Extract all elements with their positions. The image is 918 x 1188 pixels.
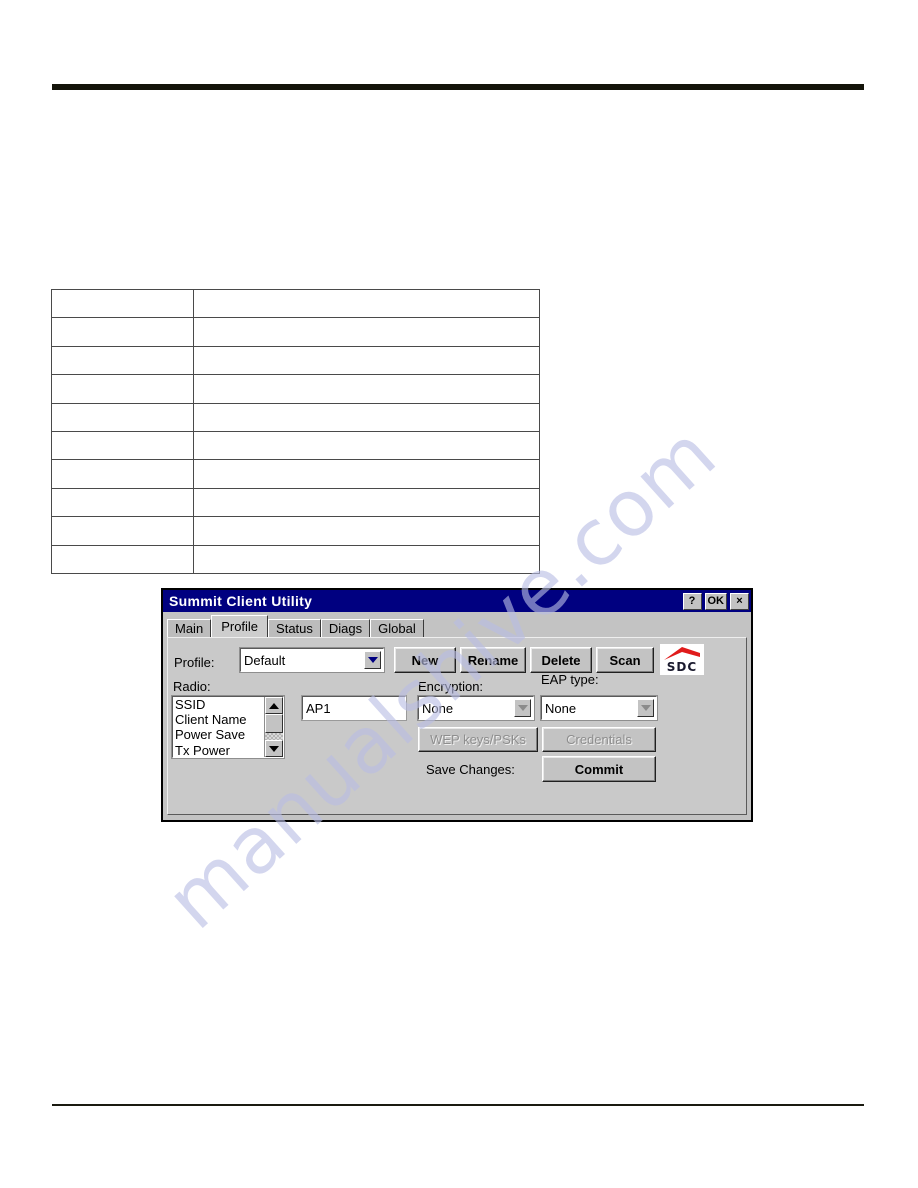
page-bottom-rule: [52, 1104, 864, 1106]
table-cell-label: [51, 430, 194, 461]
table-cell-value: [193, 544, 540, 574]
ok-button[interactable]: OK: [704, 592, 727, 610]
radio-listbox[interactable]: SSID Client Name Power Save Tx Power Bit…: [171, 695, 285, 759]
scrollbar-thumb[interactable]: [265, 714, 283, 733]
list-item[interactable]: Client Name: [175, 712, 264, 727]
chevron-down-icon[interactable]: [514, 699, 531, 717]
spec-table: [51, 288, 540, 574]
eap-type-select-value: None: [545, 700, 577, 716]
table-row: [51, 374, 540, 404]
scan-button[interactable]: Scan: [596, 647, 654, 673]
encryption-select[interactable]: None: [417, 695, 535, 721]
table-row: [51, 487, 540, 518]
scrollbar-track[interactable]: [265, 733, 283, 740]
tab-global[interactable]: Global: [370, 619, 424, 637]
commit-button[interactable]: Commit: [542, 756, 656, 782]
list-item[interactable]: Tx Power: [175, 743, 264, 757]
delete-button[interactable]: Delete: [530, 647, 592, 673]
table-cell-value: [193, 487, 540, 518]
tab-diags[interactable]: Diags: [320, 619, 371, 637]
table-cell-label: [51, 374, 194, 404]
list-item[interactable]: SSID: [175, 697, 264, 712]
tab-strip: Main Profile Status Diags Global: [163, 614, 751, 637]
sdc-chevron-icon: [664, 647, 700, 660]
radio-listbox-scrollbar[interactable]: [264, 697, 283, 757]
encryption-select-value: None: [422, 700, 454, 716]
dialog-title: Summit Client Utility: [169, 593, 313, 609]
ssid-input[interactable]: AP1: [301, 695, 407, 721]
table-cell-value: [193, 516, 540, 546]
table-row: [51, 459, 540, 489]
new-button[interactable]: New: [394, 647, 456, 673]
sdc-logo-text: SDC: [666, 660, 698, 674]
encryption-label: Encryption:: [418, 679, 484, 694]
radio-listbox-items: SSID Client Name Power Save Tx Power Bit…: [173, 697, 264, 757]
titlebar-buttons: ? OK ×: [682, 592, 749, 610]
table-cell-label: [51, 544, 194, 574]
list-item[interactable]: Power Save: [175, 727, 264, 742]
table-cell-value: [193, 402, 540, 432]
table-cell-value: [193, 374, 540, 404]
wep-keys-psks-button[interactable]: WEP keys/PSKs: [418, 727, 538, 752]
table-row: [51, 430, 540, 461]
table-cell-label: [51, 317, 194, 347]
sdc-logo: SDC: [660, 644, 704, 675]
table-row: [51, 345, 540, 376]
save-changes-label: Save Changes:: [426, 762, 515, 777]
close-icon[interactable]: ×: [730, 592, 749, 610]
profile-panel: Profile: Default New Rename Delete Scan …: [167, 637, 747, 815]
table-cell-value: [193, 317, 540, 347]
summit-client-utility-dialog: Summit Client Utility ? OK × Main Profil…: [161, 588, 753, 822]
page-top-rule: [52, 84, 864, 90]
table-row: [51, 544, 540, 574]
scroll-up-icon[interactable]: [265, 697, 283, 714]
credentials-button[interactable]: Credentials: [542, 727, 656, 752]
profile-select-value: Default: [244, 652, 286, 668]
tab-profile[interactable]: Profile: [211, 615, 269, 637]
tab-status[interactable]: Status: [268, 619, 321, 637]
spec-table-body: [51, 288, 540, 574]
profile-label: Profile:: [174, 655, 215, 670]
eap-type-label: EAP type:: [541, 672, 599, 687]
table-cell-label: [51, 516, 194, 546]
radio-label: Radio:: [173, 679, 211, 694]
table-cell-label: [51, 487, 194, 518]
table-cell-label: [51, 345, 194, 376]
table-cell-label: [51, 288, 194, 319]
table-cell-value: [193, 430, 540, 461]
dialog-titlebar: Summit Client Utility ? OK ×: [163, 590, 751, 612]
table-row: [51, 402, 540, 432]
chevron-down-icon[interactable]: [637, 699, 654, 717]
table-row: [51, 516, 540, 546]
table-cell-label: [51, 459, 194, 489]
eap-type-select[interactable]: None: [540, 695, 658, 721]
table-cell-label: [51, 402, 194, 432]
table-cell-value: [193, 459, 540, 489]
table-cell-value: [193, 288, 540, 319]
rename-button[interactable]: Rename: [460, 647, 526, 673]
profile-select[interactable]: Default: [239, 647, 385, 673]
table-row: [51, 317, 540, 347]
chevron-down-icon[interactable]: [364, 651, 381, 669]
tab-main[interactable]: Main: [167, 619, 212, 637]
help-button[interactable]: ?: [682, 592, 702, 610]
table-row: [51, 288, 540, 319]
scroll-down-icon[interactable]: [265, 740, 283, 757]
table-cell-value: [193, 345, 540, 376]
